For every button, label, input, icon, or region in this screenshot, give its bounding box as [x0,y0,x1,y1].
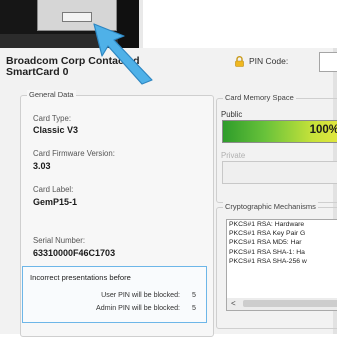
scroll-thumb[interactable] [243,300,337,307]
crypto-mechanisms-title: Cryptographic Mechanisms [223,202,318,212]
card-label-label: Card Label: [33,185,74,194]
list-item[interactable]: PKCS#1 RSA SHA-1: Ha [227,248,337,257]
card-label-value: GemP15-1 [33,197,78,207]
public-memory-percent: 100% [309,124,337,136]
public-memory-label: Public [221,110,243,119]
card-memory-title: Card Memory Space [223,93,296,103]
firmware-version-label: Card Firmware Version: [33,149,115,158]
list-item[interactable]: PKCS#1 RSA Key Pair G [227,229,337,238]
pin-code-input[interactable] [319,52,337,72]
crypto-mechanisms-list[interactable]: PKCS#1 RSA: Hardware PKCS#1 RSA Key Pair… [226,219,337,300]
public-memory-bar: 100% [222,120,337,143]
pin-code-label: PIN Code: [249,56,289,66]
admin-pin-label: Admin PIN will be blocked: [96,304,181,312]
user-pin-label: User PIN will be blocked: [101,291,181,299]
user-pin-value: 5 [192,291,196,299]
admin-pin-row: Admin PIN will be blocked: 5 [96,304,196,312]
presentations-title: Incorrect presentations before [30,273,131,282]
private-memory-label: Private [221,151,246,160]
admin-pin-value: 5 [192,304,196,312]
card-type-value: Classic V3 [33,125,79,135]
lock-icon [235,55,244,67]
firmware-version-value: 3.03 [33,161,51,171]
scroll-left-arrow-icon[interactable]: < [231,298,236,310]
serial-number-value: 63310000F46C1703 [33,248,116,258]
serial-number-label: Serial Number: [33,236,85,245]
incorrect-presentations-box: Incorrect presentations before User PIN … [22,266,207,323]
mini-window-button[interactable] [62,12,92,22]
crypto-horizontal-scrollbar[interactable]: < [226,298,337,311]
user-pin-row: User PIN will be blocked: 5 [101,291,196,299]
general-data-title: General Data [27,90,76,100]
arrow-cursor-icon [93,23,153,85]
card-type-label: Card Type: [33,114,71,123]
list-item[interactable]: PKCS#1 RSA MD5: Har [227,238,337,247]
list-item[interactable]: PKCS#1 RSA SHA-256 w [227,257,337,266]
pin-code-area: PIN Code: [235,53,288,69]
list-item[interactable]: PKCS#1 RSA: Hardware [227,220,337,229]
private-memory-bar [222,161,337,184]
